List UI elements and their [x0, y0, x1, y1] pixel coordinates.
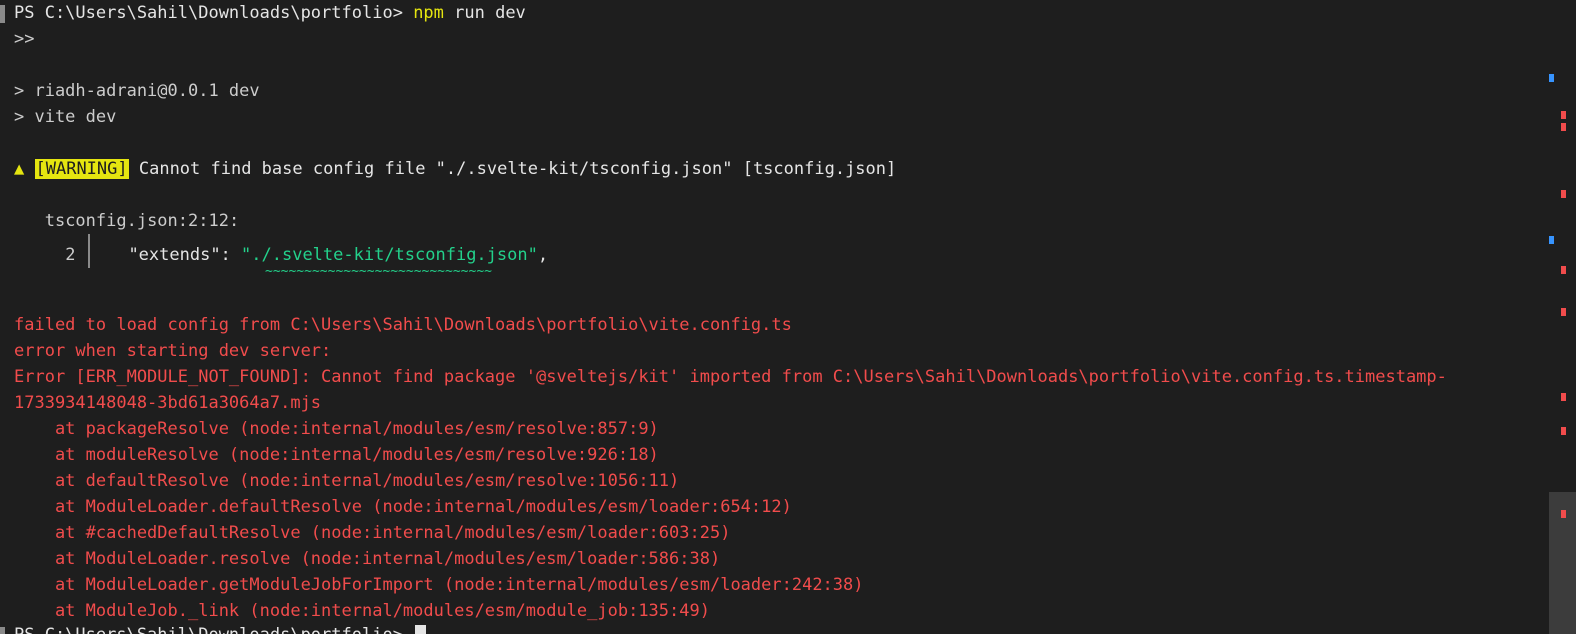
warning-location: tsconfig.json:2:12: — [44, 211, 240, 231]
prompt-path: PS C:\Users\Sahil\Downloads\portfolio> — [14, 3, 403, 23]
warning-badge: [WARNING] — [34, 159, 129, 179]
stack-line: at ModuleLoader.resolve (node:internal/m… — [14, 549, 721, 569]
overview-ruler-command-mark — [1549, 236, 1554, 244]
error-line: Error [ERR_MODULE_NOT_FOUND]: Cannot fin… — [14, 367, 1447, 387]
error-line: failed to load config from C:\Users\Sahi… — [14, 315, 792, 335]
warning-message: Cannot find base config file "./.svelte-… — [128, 159, 897, 179]
code-snippet-line: 2 "extends": "./.svelte-kit/tsconfig.json… — [14, 234, 548, 268]
script-line-2: > vite dev — [14, 107, 117, 127]
script-line-1: > riadh-adrani@0.0.1 dev — [14, 81, 260, 101]
code-key: "extends": — [128, 245, 242, 265]
continuation-prompt: >> — [14, 29, 35, 49]
command-args: run dev — [443, 3, 526, 23]
overview-ruler-error-mark — [1561, 123, 1566, 131]
stack-line: at packageResolve (node:internal/modules… — [14, 419, 659, 439]
overview-ruler-error-mark — [1561, 393, 1566, 401]
warning-triangle-icon: ▲ — [14, 159, 25, 179]
command-decoration[interactable] — [0, 5, 5, 23]
error-line: 1733934148048-3bd61a3064a7.mjs — [14, 393, 322, 413]
command-npm: npm — [413, 3, 444, 23]
stack-line: at moduleResolve (node:internal/modules/… — [14, 445, 659, 465]
overview-ruler-error-mark — [1561, 190, 1566, 198]
command-line: PS C:\Users\Sahil\Downloads\portfolio> n… — [14, 0, 526, 26]
stack-line: at #cachedDefaultResolve (node:internal/… — [14, 523, 731, 543]
stack-line: at ModuleLoader.getModuleJobForImport (n… — [14, 575, 864, 595]
overview-ruler-error-mark — [1561, 427, 1566, 435]
squiggle-underline: ~~~~~~~~~~~~~~~~~~~~~~~~~~~~~ — [265, 264, 492, 279]
warning-line: ▲ [WARNING] Cannot find base config file… — [14, 156, 896, 182]
code-line-number: 2 — [65, 245, 76, 265]
overview-ruler-error-mark — [1561, 111, 1566, 119]
error-line: error when starting dev server: — [14, 341, 332, 361]
code-trailing: , — [537, 245, 549, 265]
final-prompt-path: PS C:\Users\Sahil\Downloads\portfolio> — [14, 625, 403, 634]
text-cursor — [415, 625, 427, 634]
overview-ruler-error-mark — [1561, 308, 1566, 316]
overview-ruler-command-mark — [1549, 74, 1554, 82]
overview-ruler-error-mark — [1561, 510, 1566, 518]
overview-ruler-error-mark — [1561, 266, 1566, 274]
code-gutter-bar — [88, 234, 91, 268]
terminal-output[interactable]: PS C:\Users\Sahil\Downloads\portfolio> n… — [0, 0, 1549, 634]
stack-line: at defaultResolve (node:internal/modules… — [14, 471, 680, 491]
stack-line: at ModuleLoader.defaultResolve (node:int… — [14, 497, 792, 517]
stack-line: at ModuleJob._link (node:internal/module… — [14, 601, 710, 621]
command-decoration[interactable] — [0, 627, 5, 634]
final-prompt-line[interactable]: PS C:\Users\Sahil\Downloads\portfolio> — [14, 622, 427, 634]
